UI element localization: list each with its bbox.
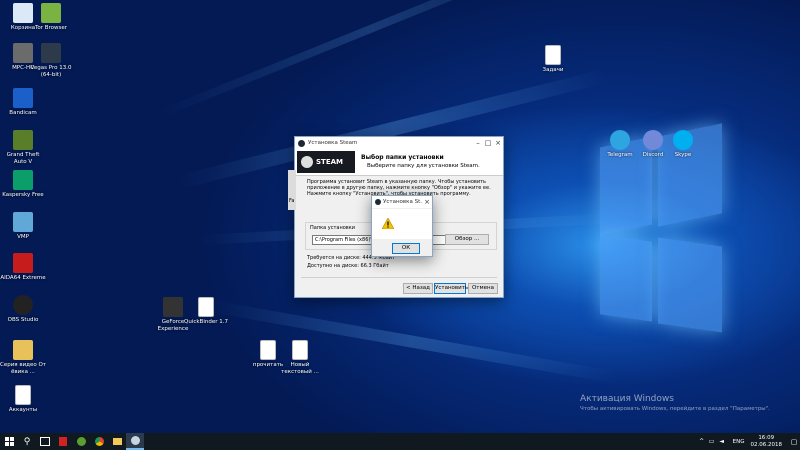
background-window-edge: Fa bbox=[288, 170, 296, 210]
desktop-icon[interactable]: VMP bbox=[0, 212, 46, 241]
language-indicator[interactable]: ENG bbox=[733, 439, 745, 445]
file-icon bbox=[260, 340, 276, 360]
installer-footer-divider bbox=[301, 277, 497, 278]
desktop-icon-label: OBS Studio bbox=[7, 317, 39, 323]
desktop-icon[interactable]: Skype bbox=[660, 130, 706, 159]
vmp-icon bbox=[13, 212, 33, 232]
desktop-icon[interactable]: Серия видео От ёвика ... bbox=[0, 340, 46, 375]
gta-icon bbox=[13, 130, 33, 150]
pdf-reader-icon[interactable] bbox=[54, 433, 72, 450]
steam-taskbar-icon[interactable] bbox=[126, 433, 144, 450]
desktop-icon-label: Новый текстовый ... bbox=[281, 362, 319, 375]
desktop-icon[interactable]: Kaspersky Free bbox=[0, 170, 46, 199]
desktop-icon-label: Tor Browser bbox=[34, 25, 68, 31]
desktop-icon-label: Серия видео От ёвика ... bbox=[0, 362, 46, 375]
xbox-icon[interactable] bbox=[72, 433, 90, 450]
aida64-icon bbox=[13, 253, 33, 273]
clock[interactable]: 16:09 02.06.2018 bbox=[751, 435, 783, 448]
steam-logo-icon bbox=[301, 156, 313, 168]
desktop-icon[interactable]: Новый текстовый ... bbox=[277, 340, 323, 375]
space-available: Доступно на диске: 66.3 Гбайт bbox=[307, 263, 389, 269]
windows-start-icon bbox=[4, 437, 14, 446]
desktop-icon-label: Grand Theft Auto V bbox=[6, 152, 40, 165]
file-icon bbox=[15, 385, 31, 405]
bandicam-icon bbox=[13, 88, 33, 108]
clock-date: 02.06.2018 bbox=[750, 441, 783, 448]
warning-icon bbox=[382, 218, 394, 229]
desktop-icon-label: Аккаунты bbox=[8, 407, 38, 413]
desktop-icon[interactable]: Tor Browser bbox=[28, 3, 74, 32]
background-window-label: Fa bbox=[289, 198, 295, 204]
desktop-icon-label: Kaspersky Free bbox=[2, 192, 44, 198]
windows-logo-pane bbox=[600, 234, 652, 322]
steam-small-icon bbox=[375, 199, 381, 205]
file-icon bbox=[198, 297, 214, 317]
desktop-icon[interactable]: Задачи bbox=[530, 45, 576, 74]
desktop-icon-label: Skype bbox=[674, 152, 692, 158]
activation-subtitle: Чтобы активировать Windows, перейдите в … bbox=[580, 406, 770, 412]
desktop-icon[interactable]: OBS Studio bbox=[0, 295, 46, 324]
desktop-icon-label: VMP bbox=[17, 234, 29, 240]
vegas-icon bbox=[41, 43, 61, 63]
alert-window: Установка St... × ОК bbox=[371, 195, 433, 257]
taskbar: ⚲ ^ ▭ ◄ ENG 16:09 02.06.2018 ▢ bbox=[0, 433, 800, 450]
skype-icon bbox=[673, 130, 693, 150]
desktop-icon-label: Vegas Pro 13.0 (64-bit) bbox=[30, 65, 72, 78]
obs-icon bbox=[13, 295, 33, 315]
tor-browser-icon bbox=[41, 3, 61, 23]
alert-close-button[interactable]: × bbox=[422, 197, 432, 207]
show-hidden-icons-icon[interactable]: ^ bbox=[697, 433, 707, 450]
telegram-icon bbox=[610, 130, 630, 150]
windows-logo-pane bbox=[658, 237, 722, 333]
alert-body bbox=[372, 209, 432, 239]
desktop-icon-label: AIDA64 Extreme bbox=[0, 275, 46, 281]
browse-button[interactable]: Обзор ... bbox=[445, 234, 489, 245]
folder-group-label: Папка установки bbox=[310, 225, 355, 231]
file-icon bbox=[545, 45, 561, 65]
chrome-icon[interactable] bbox=[90, 433, 108, 450]
desktop-icon[interactable]: Bandicam bbox=[0, 88, 46, 117]
desktop-icon-label: Задачи bbox=[542, 67, 564, 73]
install-button[interactable]: Установить bbox=[434, 283, 468, 294]
desktop-icon[interactable]: Vegas Pro 13.0 (64-bit) bbox=[28, 43, 74, 78]
notifications-icon[interactable]: ▢ bbox=[788, 433, 800, 450]
desktop-icon[interactable]: Аккаунты bbox=[0, 385, 46, 414]
close-button[interactable]: × bbox=[493, 138, 503, 148]
start-button[interactable] bbox=[0, 433, 18, 450]
task-view-icon[interactable] bbox=[36, 433, 54, 450]
minimize-button[interactable]: – bbox=[473, 138, 483, 148]
desktop-icon[interactable]: QuickBinder 1.7 bbox=[183, 297, 229, 326]
installer-title: Установка Steam bbox=[308, 140, 358, 146]
steam-logo-text: STEAM bbox=[316, 158, 343, 166]
desktop-icon[interactable]: AIDA64 Extreme bbox=[0, 253, 46, 282]
ok-button[interactable]: ОК bbox=[392, 243, 420, 254]
steam-logo: STEAM bbox=[297, 151, 355, 173]
installer-header-title: Выбор папки установки bbox=[361, 154, 444, 161]
network-icon[interactable]: ▭ bbox=[707, 433, 717, 450]
installer-header: STEAM Выбор папки установки Выберите пап… bbox=[295, 149, 503, 176]
alert-title: Установка St... bbox=[383, 199, 422, 205]
desktop-icon[interactable]: Grand Theft Auto V bbox=[0, 130, 46, 165]
desktop-icon-label: QuickBinder 1.7 bbox=[184, 319, 228, 325]
volume-icon[interactable]: ◄ bbox=[717, 433, 727, 450]
file-icon bbox=[292, 340, 308, 360]
installer-header-subtitle: Выберите папку для установки Steam. bbox=[367, 163, 480, 169]
activation-title: Активация Windows bbox=[580, 394, 674, 404]
alert-titlebar: Установка St... × bbox=[372, 196, 432, 208]
file-explorer-icon[interactable] bbox=[108, 433, 126, 450]
folder-icon bbox=[13, 340, 33, 360]
steam-small-icon bbox=[298, 139, 305, 147]
back-button[interactable]: < Назад bbox=[403, 283, 433, 294]
maximize-button[interactable]: □ bbox=[483, 138, 493, 148]
kaspersky-icon bbox=[13, 170, 33, 190]
cancel-button[interactable]: Отмена bbox=[468, 283, 498, 294]
geforce-icon bbox=[163, 297, 183, 317]
desktop-icon-label: Bandicam bbox=[9, 110, 37, 116]
installer-titlebar: Установка Steam – □ × bbox=[295, 137, 503, 149]
search-icon[interactable]: ⚲ bbox=[18, 433, 36, 450]
